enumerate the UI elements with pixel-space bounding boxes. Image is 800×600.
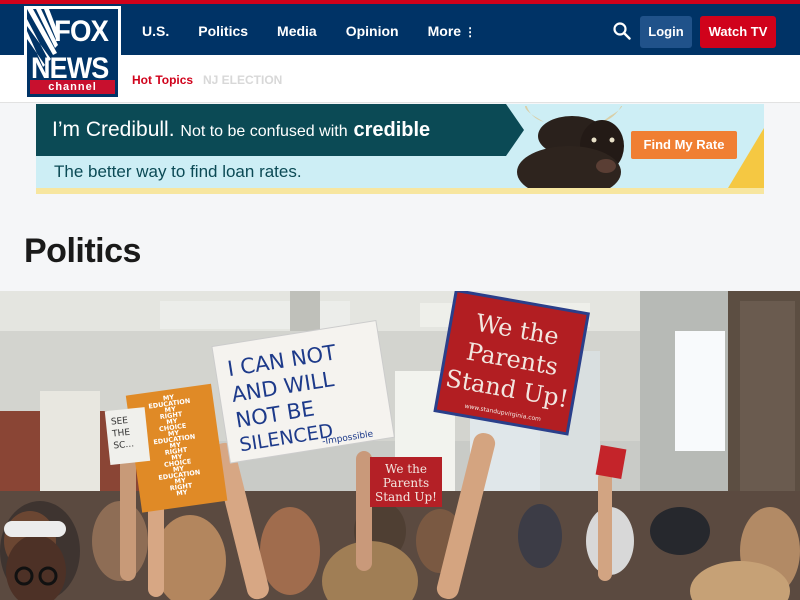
nav-media[interactable]: Media [277,23,317,39]
hero-image[interactable]: I CAN NOT AND WILL NOT BE SILENCED -Impo… [0,291,800,600]
sign3-line1: We the [385,462,427,476]
hot-topics-label: Hot Topics [132,73,194,87]
search-icon[interactable] [613,22,631,40]
advertisement-banner[interactable]: I’m Credibull. Not to be confused with c… [36,104,764,194]
logo-fox-text: FOX [54,15,109,48]
sign3-line2: Parents [383,476,429,490]
nav-more[interactable]: More ⋮ [428,23,476,39]
login-button[interactable]: Login [640,16,692,48]
find-my-rate-button[interactable]: Find My Rate [631,131,737,159]
nav-opinion[interactable]: Opinion [346,23,399,39]
ad-corner-shape [728,128,764,188]
main-nav: U.S. Politics Media Opinion More ⋮ [142,23,505,39]
bull-illustration [517,106,624,194]
nav-politics[interactable]: Politics [198,23,248,39]
more-dots-icon: ⋮ [464,25,477,39]
ad-headline: I’m Credibull. Not to be confused with c… [52,118,430,142]
page-title: Politics [24,232,141,270]
sign5-line1: SEE [110,416,128,428]
hero-photo: I CAN NOT AND WILL NOT BE SILENCED -Impo… [0,291,800,600]
ad-headline-credible: credible [353,119,431,141]
nav-more-label: More [427,23,462,39]
nav-us[interactable]: U.S. [142,23,169,39]
sign4-line17: MY [176,488,188,498]
ad-headline-brand: I’m Credibull. [52,118,175,141]
ad-bottom-strip [36,188,764,194]
sign3-line3: Stand Up! [375,490,437,504]
ad-headline-middle: Not to be confused with [180,123,348,140]
fox-news-logo[interactable]: FOX NEWS channel [24,6,121,100]
sign5-line3: SC... [113,439,135,451]
ad-subline: The better way to find loan rates. [54,162,302,181]
sign5-line2: THE [111,428,131,440]
topic-nj-election[interactable]: NJ ELECTION [203,73,282,87]
watch-tv-button[interactable]: Watch TV [700,16,776,48]
logo-channel-text: channel [30,80,115,94]
